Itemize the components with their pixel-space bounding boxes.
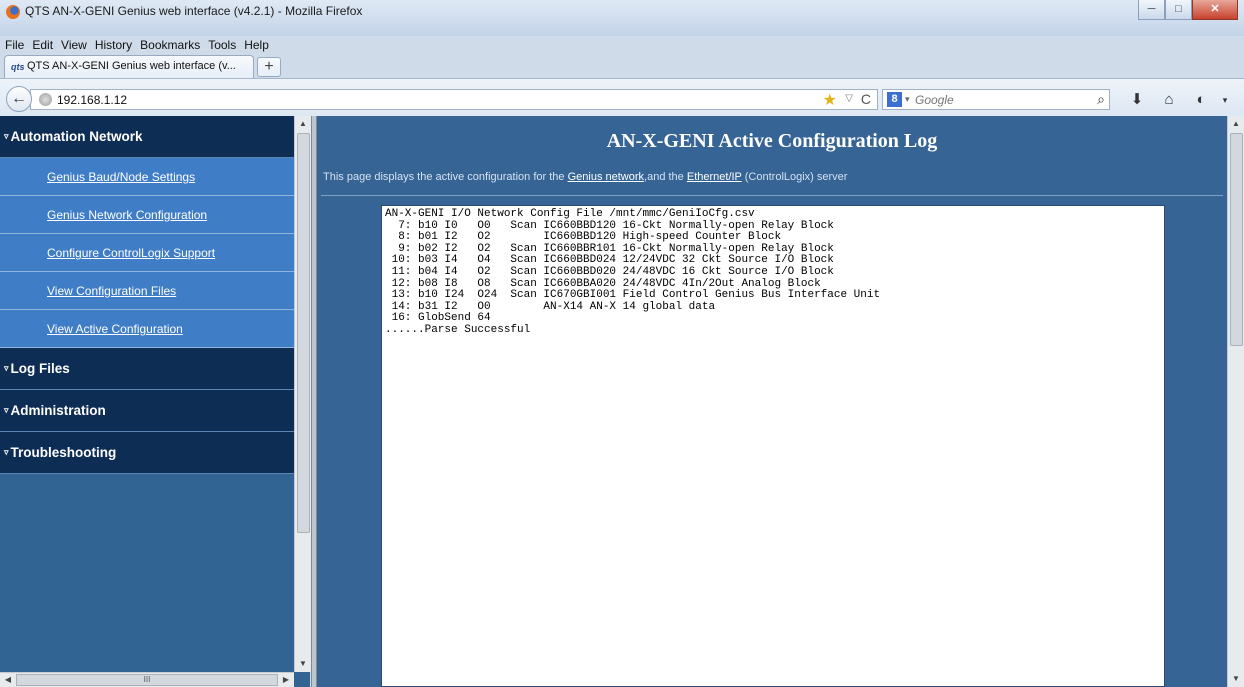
scroll-right-icon[interactable]: ▶ [279,673,293,687]
main-content: AN-X-GENI Active Configuration Log This … [317,116,1227,687]
chevron-down-icon: ▿ [4,447,9,457]
sidebar-item-genius-network-configuration[interactable]: Genius Network Configuration [0,196,294,234]
desc-suffix: (ControlLogix) server [741,171,848,183]
close-button[interactable]: ✕ [1192,0,1238,20]
menu-help[interactable]: Help [243,36,270,54]
sidebar-item-view-active-configuration[interactable]: View Active Configuration [0,310,294,348]
main-vertical-scrollbar[interactable]: ▲ ▼ [1227,116,1244,687]
category-label: Troubleshooting [10,445,117,460]
chevron-down-icon: ▿ [4,405,9,415]
addon-icon[interactable]: ◐ [1192,91,1210,109]
ethernet-ip-link[interactable]: Ethernet/IP [687,171,742,183]
sidebar-item-view-configuration-files[interactable]: View Configuration Files [0,272,294,310]
menu-bar: File Edit View History Bookmarks Tools H… [0,36,270,54]
scroll-down-icon[interactable]: ▼ [1228,671,1244,687]
search-icon[interactable]: ⌕ [1097,91,1105,108]
navigation-bar: 192.168.1.12 ★ ▽ C ← 8 ▾ Google ⌕ ⬇ ⌂ ◐ … [0,78,1244,116]
menu-history[interactable]: History [94,36,133,54]
log-line: 14: b31 I2 O0 AN-X14 AN-X 14 global data [391,300,716,313]
menu-edit[interactable]: Edit [31,36,54,54]
maximize-button[interactable]: □ [1165,0,1192,20]
log-line: 10: b03 I4 O4 Scan IC660BBD024 12/24VDC … [391,254,834,267]
url-dropdown-icon[interactable]: ▽ [845,93,853,104]
menu-file[interactable]: File [4,36,25,54]
google-engine-icon[interactable]: 8 [887,92,902,107]
category-label: Log Files [10,361,70,376]
scroll-thumb[interactable] [1230,133,1243,346]
divider-line [321,195,1223,196]
sidebar-item-configure-controllogix-support[interactable]: Configure ControlLogix Support [0,234,294,272]
page-description: This page displays the active configurat… [323,171,847,183]
back-button[interactable]: ← [6,86,32,112]
search-bar[interactable]: 8 ▾ Google ⌕ [882,89,1110,110]
scroll-thumb[interactable] [297,133,310,533]
log-line: 12: b08 I8 O8 Scan IC660BBA020 24/48VDC … [391,277,821,290]
genius-network-link[interactable]: Genius network [568,171,644,183]
menu-bookmarks[interactable]: Bookmarks [139,36,201,54]
window-titlebar: QTS AN-X-GENI Genius web interface (v4.2… [0,0,1244,36]
scroll-up-icon[interactable]: ▲ [295,116,311,132]
log-line: 8: b01 I2 O2 IC660BBD120 High-speed Coun… [398,231,782,244]
sidebar-vertical-scrollbar[interactable]: ▲ ▼ [294,116,311,672]
qts-favicon-icon: qts [11,62,25,72]
reload-icon[interactable]: C [861,91,871,107]
star-icon[interactable]: ★ [823,90,837,110]
url-bar[interactable]: 192.168.1.12 ★ ▽ C [30,89,878,110]
scroll-left-icon[interactable]: ◀ [1,673,15,687]
log-line: 7: b10 I0 O0 Scan IC660BBD120 16-Ckt Nor… [398,219,834,232]
chevron-down-icon: ▿ [4,363,9,373]
log-line: ......Parse Successful [385,323,531,336]
config-log-text: AN-X-GENI I/O Network Config File /mnt/m… [382,206,1164,340]
scroll-down-icon[interactable]: ▼ [295,656,311,672]
firefox-icon [6,5,20,19]
globe-icon [39,93,52,106]
scroll-up-icon[interactable]: ▲ [1228,116,1244,132]
chevron-down-icon: ▿ [4,131,9,141]
minimize-button[interactable]: ─ [1138,0,1165,20]
sidebar: ▿ Automation Network Genius Baud/Node Set… [0,116,311,687]
window-controls: ─ □ ✕ [1138,0,1238,20]
sidebar-item-genius-baud-node-settings[interactable]: Genius Baud/Node Settings [0,158,294,196]
category-automation-network[interactable]: ▿ Automation Network [0,116,294,158]
category-administration[interactable]: ▿ Administration [0,390,294,432]
log-line: 11: b04 I4 O2 Scan IC660BBD020 24/48VDC … [391,265,834,278]
page-title: AN-X-GENI Active Configuration Log [606,130,938,152]
menu-view[interactable]: View [60,36,88,54]
search-placeholder: Google [915,93,954,107]
browser-tab[interactable]: qts QTS AN-X-GENI Genius web interface (… [4,55,254,78]
window-title: QTS AN-X-GENI Genius web interface (v4.2… [25,4,363,18]
sidebar-horizontal-scrollbar[interactable]: ◀ III ▶ [0,672,294,687]
new-tab-button[interactable]: + [257,57,281,77]
engine-dropdown-icon[interactable]: ▾ [905,94,910,105]
log-line: 9: b02 I2 O2 Scan IC660BBR101 16-Ckt Nor… [398,242,834,255]
home-icon[interactable]: ⌂ [1160,91,1178,109]
download-icon[interactable]: ⬇ [1128,91,1146,109]
tab-strip: qts QTS AN-X-GENI Genius web interface (… [0,54,1244,78]
log-line: 13: b10 I24 O24 Scan IC670GBI001 Field C… [391,289,881,302]
scroll-thumb[interactable]: III [16,674,278,686]
url-text: 192.168.1.12 [57,93,128,107]
desc-prefix: This page displays the active configurat… [323,171,568,183]
menu-tools[interactable]: Tools [207,36,237,54]
config-log-box: AN-X-GENI I/O Network Config File /mnt/m… [381,205,1165,687]
log-line: AN-X-GENI I/O Network Config File /mnt/m… [385,208,755,220]
log-line: 16: GlobSend 64 [391,312,491,325]
desc-mid: ,and the [644,171,687,183]
category-label: Automation Network [10,129,143,144]
category-label: Administration [10,403,106,418]
tab-label: QTS AN-X-GENI Genius web interface (v... [27,60,236,72]
category-log-files[interactable]: ▿ Log Files [0,348,294,390]
sidebar-nav: ▿ Automation Network Genius Baud/Node Set… [0,116,294,687]
toolbar-menu-icon[interactable]: ▾ [1216,91,1234,109]
category-troubleshooting[interactable]: ▿ Troubleshooting [0,432,294,474]
